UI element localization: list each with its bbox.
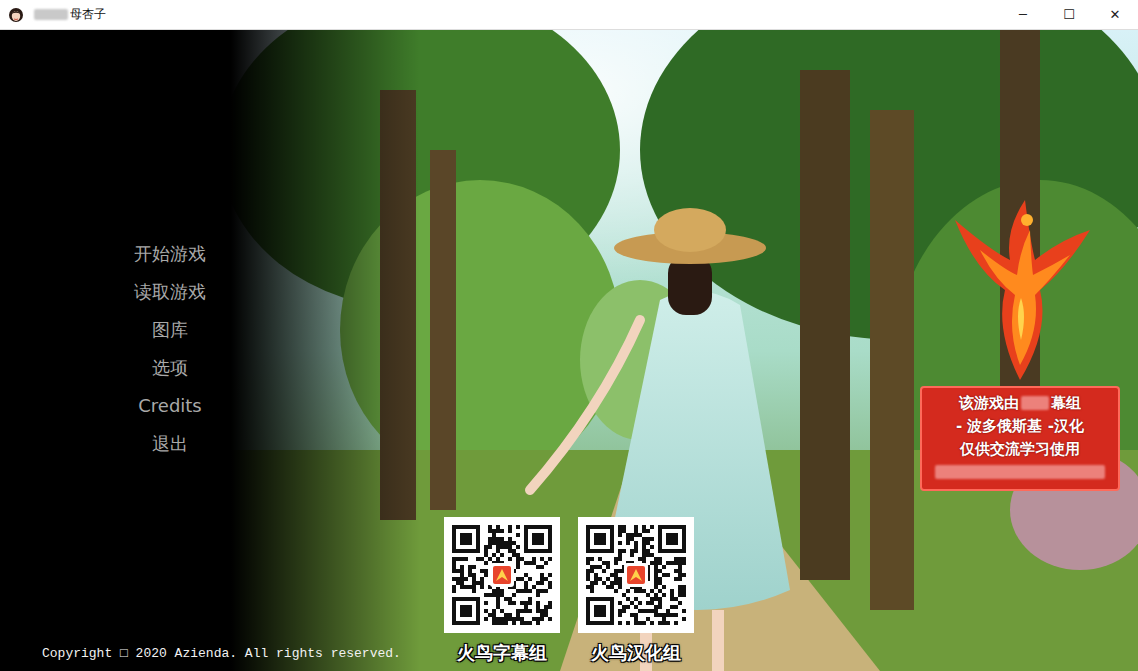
badge-text: 仅供交流学习使用 <box>960 440 1080 459</box>
window-control-button[interactable]: ☐ <box>1046 0 1092 29</box>
badge-line: - 波多俄斯基 -汉化 <box>956 415 1084 437</box>
window-title-text: 母杏子 <box>70 6 106 23</box>
menu-item[interactable]: 选项 <box>152 355 188 381</box>
badge-line: 该游戏由 幕组 <box>959 392 1081 414</box>
window-control-button[interactable]: ✕ <box>1092 0 1138 29</box>
qr-code-icon <box>578 517 694 633</box>
qr-row: 火鸟字幕组 火鸟汉化组 <box>444 517 912 665</box>
qr-card: 火鸟字幕组 <box>444 517 560 665</box>
badge-line <box>933 461 1107 483</box>
redacted-text <box>1021 396 1049 410</box>
qr-card: 火鸟汉化组 <box>578 517 694 665</box>
copyright-text: Copyright □ 2020 Azienda. All rights res… <box>0 646 440 671</box>
menu-item[interactable]: 图库 <box>152 317 188 343</box>
qr-label: 火鸟汉化组 <box>591 641 681 665</box>
watermark-area: 该游戏由 幕组 - 波多俄斯基 -汉化仅供交流学习使用 <box>912 30 1138 671</box>
menu-item[interactable]: 开始游戏 <box>134 241 206 267</box>
left-panel: 开始游戏读取游戏图库选项 Credits 退出 Copyright □ 2020 Az… <box>0 30 440 671</box>
menu-item[interactable]: 读取游戏 <box>134 279 206 305</box>
qr-label: 火鸟字幕组 <box>457 641 547 665</box>
menu-item[interactable]: 退出 <box>152 431 188 457</box>
redacted-text <box>935 465 1105 479</box>
girl-face-icon <box>8 7 24 23</box>
game-window: 母杏子 ─☐✕ 开始游戏读取游戏图库选项 Credits 退出 Copyright □ 2… <box>0 0 1138 671</box>
title-bar: 母杏子 ─☐✕ <box>0 0 1138 30</box>
window-control-button[interactable]: ─ <box>1000 0 1046 29</box>
main-menu: 开始游戏读取游戏图库选项 Credits 退出 <box>0 30 340 457</box>
qr-area: 火鸟字幕组 火鸟汉化组 <box>440 30 912 671</box>
credit-badge: 该游戏由 幕组 - 波多俄斯基 -汉化仅供交流学习使用 <box>920 386 1120 491</box>
badge-text: - 波多俄斯基 -汉化 <box>956 417 1084 436</box>
forest-background-icon <box>0 30 1138 671</box>
qr-code-icon <box>444 517 560 633</box>
phoenix-logo-icon <box>935 180 1105 390</box>
menu-item[interactable]: Credits <box>138 393 202 419</box>
window-title: 母杏子 <box>32 6 1000 23</box>
badge-text: 该游戏由 <box>959 394 1019 413</box>
badge-line: 仅供交流学习使用 <box>960 438 1080 460</box>
badge-text: 幕组 <box>1051 394 1081 413</box>
title-screen: 开始游戏读取游戏图库选项 Credits 退出 Copyright □ 2020 Az… <box>0 30 1138 671</box>
redacted-text <box>34 9 68 20</box>
window-controls: ─☐✕ <box>1000 0 1138 29</box>
